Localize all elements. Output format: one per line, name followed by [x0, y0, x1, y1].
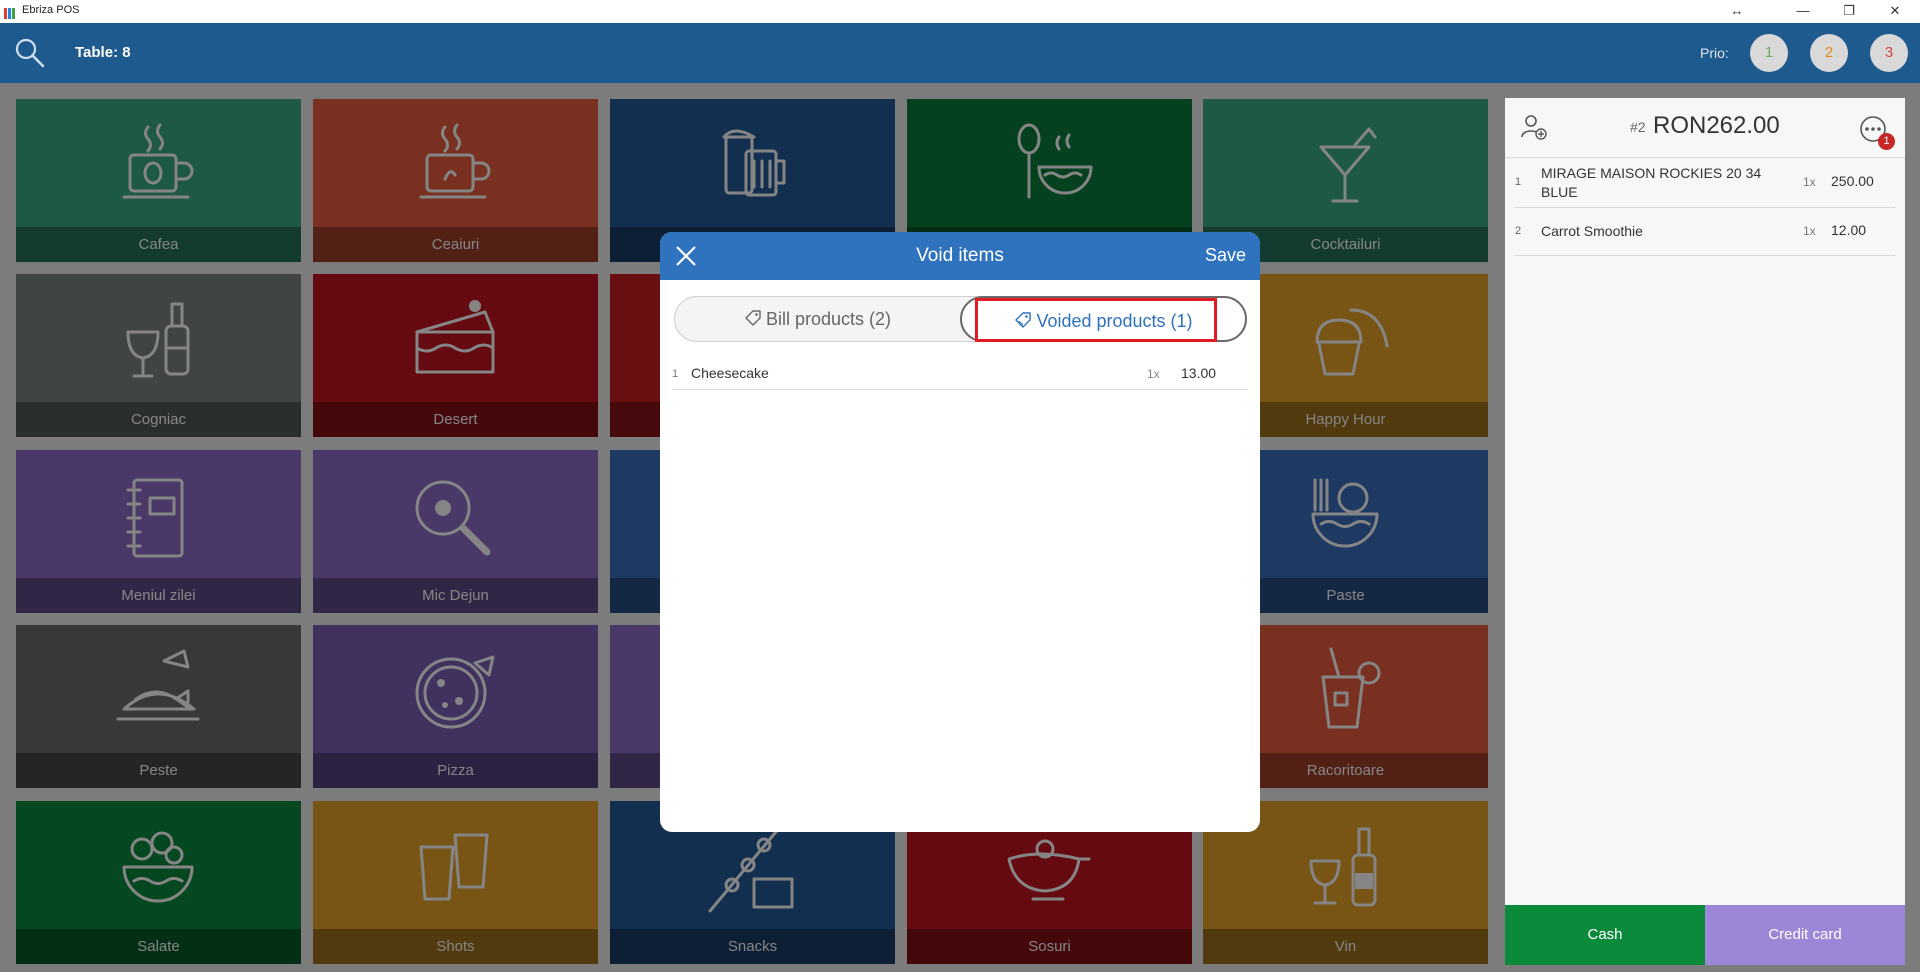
row-price: 13.00 [1181, 365, 1217, 381]
order-panel: #2 RON262.00 1 1 MIRAGE MAISON ROCKIES 2… [1505, 98, 1905, 905]
restore-button[interactable]: ❐ [1826, 0, 1872, 23]
search-icon[interactable] [14, 37, 46, 69]
dialog-title: Void items [916, 245, 1004, 266]
tab-bill-products[interactable]: Bill products (2) [675, 297, 960, 341]
close-window-button[interactable]: ✕ [1872, 0, 1918, 23]
row-qty: 1x [1147, 367, 1160, 381]
dialog-header: Void items Save [660, 232, 1260, 280]
prio-1-button[interactable]: 1 [1750, 34, 1788, 72]
row-name: Cheesecake [691, 365, 769, 381]
voided-item-row[interactable]: 1 Cheesecake 1x 13.00 [672, 358, 1248, 390]
row-price: 12.00 [1831, 222, 1867, 238]
credit-card-button[interactable]: Credit card [1705, 905, 1905, 965]
tag-icon [745, 310, 761, 326]
prio-label: Prio: [1700, 45, 1729, 61]
close-icon[interactable] [674, 244, 698, 268]
minimize-button[interactable]: — [1780, 0, 1826, 23]
void-items-dialog: Void items Save Bill products (2) Voided… [660, 232, 1260, 832]
order-total: RON262.00 [1653, 112, 1780, 139]
table-label: Table: 8 [75, 44, 131, 61]
add-customer-icon[interactable] [1520, 113, 1548, 141]
row-price: 250.00 [1831, 173, 1874, 189]
row-qty: 1x [1803, 224, 1816, 238]
row-qty: 1x [1803, 175, 1816, 189]
window-titlebar: Ebriza POS ↔ — ❐ ✕ [0, 0, 1920, 23]
row-name: Carrot Smoothie [1541, 223, 1643, 239]
save-button[interactable]: Save [1205, 245, 1246, 266]
app-logo-icon [4, 6, 18, 19]
top-header: Table: 8 Prio: 1 2 3 [0, 23, 1920, 83]
order-header: #2 RON262.00 1 [1505, 98, 1905, 158]
row-index: 1 [672, 368, 679, 380]
cash-button[interactable]: Cash [1505, 905, 1705, 965]
prio-2-button[interactable]: 2 [1810, 34, 1848, 72]
row-index: 2 [1515, 225, 1522, 237]
order-number: #2 [1630, 119, 1646, 135]
notification-badge: 1 [1878, 133, 1895, 150]
order-row[interactable]: 1 MIRAGE MAISON ROCKIES 20 34 BLUE 1x 25… [1515, 158, 1895, 208]
row-name: MIRAGE MAISON ROCKIES 20 34 BLUE [1541, 165, 1762, 200]
window-title: Ebriza POS [22, 4, 80, 16]
prio-3-button[interactable]: 3 [1870, 34, 1908, 72]
resize-icon[interactable]: ↔ [1714, 0, 1760, 23]
highlight-box [975, 298, 1217, 342]
row-index: 1 [1515, 176, 1522, 188]
order-row[interactable]: 2 Carrot Smoothie 1x 12.00 [1515, 208, 1895, 256]
tab-bill-label: Bill products (2) [765, 309, 892, 329]
